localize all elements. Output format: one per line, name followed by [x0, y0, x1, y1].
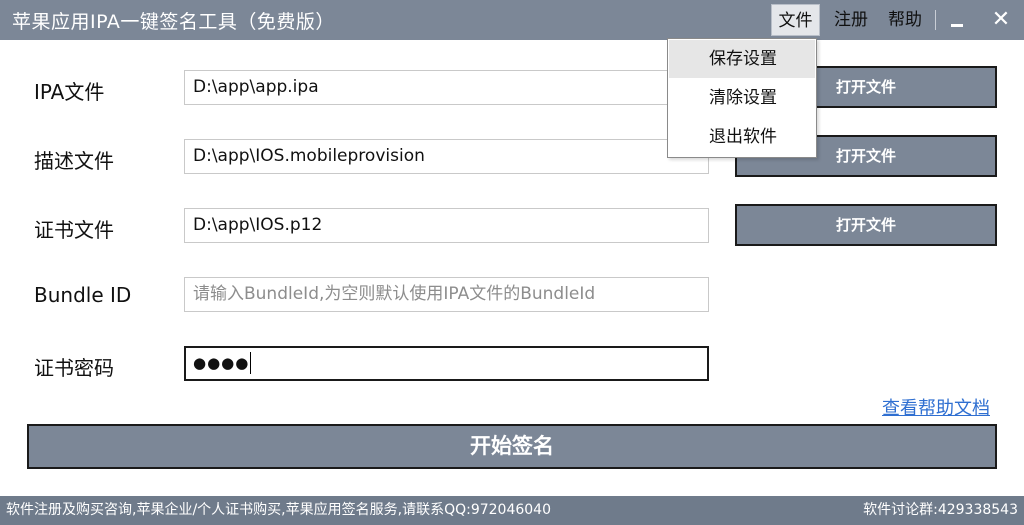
ipa-file-input[interactable]: D:\app\app.ipa — [184, 70, 709, 105]
profile-file-label: 描述文件 — [34, 149, 114, 173]
menu-item-clear-settings[interactable]: 清除设置 — [669, 79, 815, 117]
bundle-id-label: Bundle ID — [34, 283, 132, 307]
cert-password-label: 证书密码 — [34, 356, 114, 380]
menu-register[interactable]: 注册 — [828, 4, 874, 36]
cert-file-label: 证书文件 — [34, 218, 114, 242]
status-group-text: 软件讨论群:429338543 — [863, 502, 1018, 518]
status-bar: 软件注册及购买咨询,苹果企业/个人证书购买,苹果应用签名服务,请联系QQ:972… — [0, 496, 1024, 525]
text-caret — [250, 352, 252, 374]
cert-file-input[interactable]: D:\app\IOS.p12 — [184, 208, 709, 243]
status-contact-text: 软件注册及购买咨询,苹果企业/个人证书购买,苹果应用签名服务,请联系QQ:972… — [6, 502, 551, 518]
menu-help[interactable]: 帮助 — [882, 4, 928, 36]
file-dropdown-menu: 保存设置 清除设置 退出软件 — [667, 38, 817, 158]
window-title: 苹果应用IPA一键签名工具（免费版） — [12, 11, 335, 33]
minimize-icon[interactable] — [951, 24, 963, 27]
menu-file[interactable]: 文件 — [771, 4, 820, 36]
password-mask: ●●●● — [193, 354, 250, 372]
title-bar: 苹果应用IPA一键签名工具（免费版） 文件 注册 帮助 ✕ — [0, 0, 1024, 40]
bundle-id-input[interactable]: 请输入BundleId,为空则默认使用IPA文件的BundleId — [184, 277, 709, 312]
menu-item-save-settings[interactable]: 保存设置 — [669, 40, 815, 78]
menu-item-exit[interactable]: 退出软件 — [669, 118, 815, 156]
open-cert-button[interactable]: 打开文件 — [735, 204, 997, 246]
help-doc-link[interactable]: 查看帮助文档 — [882, 394, 990, 420]
ipa-file-label: IPA文件 — [34, 80, 105, 104]
profile-file-input[interactable]: D:\app\IOS.mobileprovision — [184, 139, 709, 174]
close-icon[interactable]: ✕ — [990, 6, 1012, 34]
titlebar-divider — [935, 10, 936, 30]
cert-password-input[interactable]: ●●●● — [184, 346, 709, 381]
start-sign-button[interactable]: 开始签名 — [27, 424, 997, 469]
